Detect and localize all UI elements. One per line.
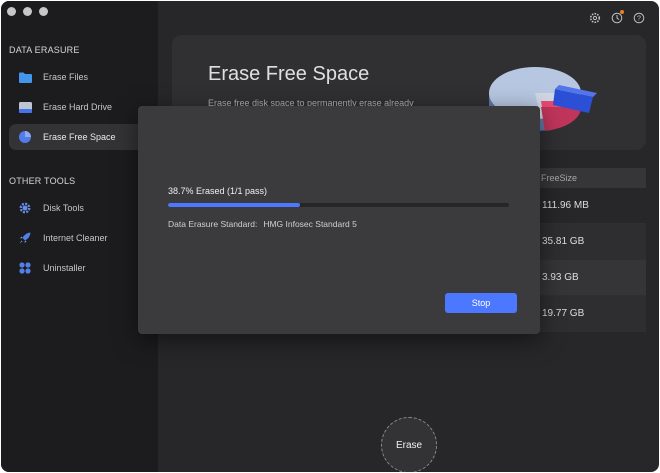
app-window: DATA ERASURE Erase Files Erase Hard Driv… [1,1,659,472]
progress-bar [168,203,509,207]
stop-button[interactable]: Stop [445,293,517,313]
erase-progress-dialog: 38.7% Erased (1/1 pass) Data Erasure Sta… [138,106,540,334]
erasure-standard-value: HMG Infosec Standard 5 [263,219,357,229]
erasure-standard-label: Data Erasure Standard: [168,219,258,229]
progress-status-text: 38.7% Erased (1/1 pass) [168,186,268,196]
erasure-standard: Data Erasure Standard: HMG Infosec Stand… [168,219,357,229]
erase-button[interactable]: Erase [381,417,437,472]
progress-bar-fill [168,203,300,207]
